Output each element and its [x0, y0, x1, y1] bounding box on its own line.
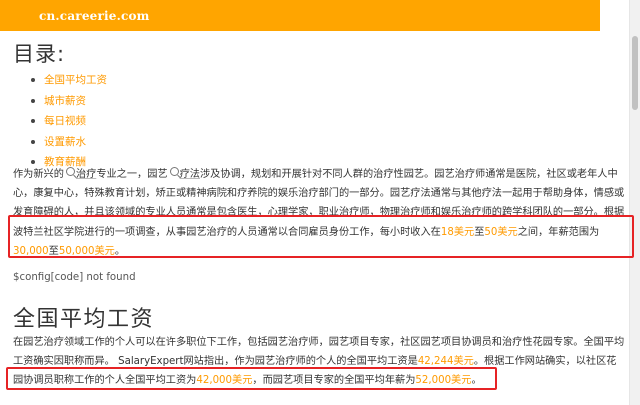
treatment-link[interactable]: 治疗 [64, 167, 97, 180]
salary-therapist: 42,244美元 [417, 356, 474, 368]
site-name[interactable]: cn.careerie.com [39, 9, 150, 23]
toc-link-set-salary[interactable]: 设置薪水 [44, 136, 86, 148]
toc-link-national-salary[interactable]: 全国平均工资 [44, 74, 107, 86]
site-header: cn.careerie.com [0, 0, 600, 31]
toc-item: 城市薪资 [28, 91, 107, 112]
treatment-link-text: 治疗 [75, 169, 97, 180]
toc-item: 设置薪水 [28, 132, 107, 153]
scrollbar-thumb[interactable] [632, 36, 638, 110]
highlight-box-salary [6, 367, 497, 390]
highlight-box-survey [8, 215, 634, 258]
search-icon [169, 167, 179, 176]
text: 专业之一，园艺 [96, 169, 168, 180]
toc-link-city-salary[interactable]: 城市薪资 [44, 95, 86, 107]
scrollbar[interactable] [629, 0, 640, 405]
toc-item: 每日视频 [28, 111, 107, 132]
toc-item: 全国平均工资 [28, 70, 107, 91]
toc-list: 全国平均工资 城市薪资 每日视频 设置薪水 教育薪酬 [28, 70, 107, 173]
text: 作为新兴的 [13, 169, 64, 180]
config-note: $config[code] not found [13, 272, 136, 283]
therapy-link[interactable]: 疗法 [168, 167, 200, 180]
section-heading-national-salary: 全国平均工资 [13, 307, 155, 332]
search-icon [65, 167, 75, 176]
toc-title: 目录: [13, 42, 66, 66]
toc-link-daily-video[interactable]: 每日视频 [44, 115, 86, 127]
therapy-link-text: 疗法 [179, 169, 200, 180]
